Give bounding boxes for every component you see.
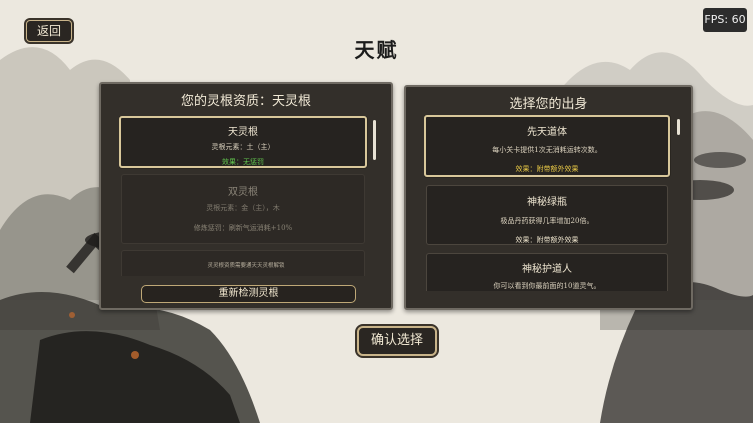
origin-card-effect: 效果：附带额外效果 <box>515 165 579 173</box>
root-card-name: 双灵根 <box>228 187 258 198</box>
root-card-effect: 效果：无惩罚 <box>222 158 264 166</box>
origin-card-effect: 效果：附带额外效果 <box>515 236 579 244</box>
root-card-effect: 修炼惩罚：刷新气运消耗+10% <box>193 224 293 232</box>
spiritual-root-list[interactable]: 天灵根 灵根元素：土（主） 效果：无惩罚 双灵根 灵根元素：金（主），木 修炼惩… <box>119 116 371 276</box>
spiritual-root-panel: 您的灵根资质：天灵根 天灵根 灵根元素：土（主） 效果：无惩罚 双灵根 灵根元素… <box>99 82 393 310</box>
origin-card-name: 先天道体 <box>527 127 567 138</box>
retest-root-button[interactable]: 重新检测灵根 <box>141 285 356 303</box>
page-title: 天赋 <box>354 38 399 62</box>
root-card-name: 天灵根 <box>228 127 258 138</box>
origin-card-desc: 你可以看到你最前面的10道灵气。 <box>493 282 601 290</box>
root-card-heaven[interactable]: 天灵根 灵根元素：土（主） 效果：无惩罚 <box>119 116 367 168</box>
origin-card-name: 神秘绿瓶 <box>527 197 567 208</box>
origin-scrollbar[interactable] <box>677 119 680 135</box>
spiritual-root-scrollbar[interactable] <box>373 120 376 160</box>
origin-card-mystic-green-bottle[interactable]: 神秘绿瓶 极品丹药获得几率增加20倍。 效果：附带额外效果 <box>426 185 668 245</box>
spiritual-root-header: 您的灵根资质：天灵根 <box>180 94 311 109</box>
origin-panel: 选择您的出身 先天道体 每小关卡提供1次无消耗运转次数。 效果：附带额外效果 神… <box>404 85 693 310</box>
spiritual-root-note: 灵灵根资质需要通天天灵根解锁 <box>207 263 285 269</box>
root-card-dual[interactable]: 双灵根 灵根元素：金（主），木 修炼惩罚：刷新气运消耗+10% <box>121 174 365 244</box>
origin-card-mystic-guardian[interactable]: 神秘护道人 你可以看到你最前面的10道灵气。 <box>426 253 668 291</box>
origin-card-innate-dao-body[interactable]: 先天道体 每小关卡提供1次无消耗运转次数。 效果：附带额外效果 <box>424 115 670 177</box>
fps-counter: FPS: 60 <box>703 8 747 32</box>
origin-header: 选择您的出身 <box>509 97 588 112</box>
origin-card-desc: 极品丹药获得几率增加20倍。 <box>500 217 594 225</box>
origin-card-desc: 每小关卡提供1次无消耗运转次数。 <box>492 146 602 154</box>
root-card-element: 灵根元素：土（主） <box>211 143 275 151</box>
confirm-selection-button[interactable]: 确认选择 <box>357 326 437 356</box>
origin-card-name: 神秘护道人 <box>522 264 572 275</box>
root-card-element: 灵根元素：金（主），木 <box>206 204 280 212</box>
origin-list[interactable]: 先天道体 每小关卡提供1次无消耗运转次数。 效果：附带额外效果 神秘绿瓶 极品丹… <box>424 115 674 291</box>
